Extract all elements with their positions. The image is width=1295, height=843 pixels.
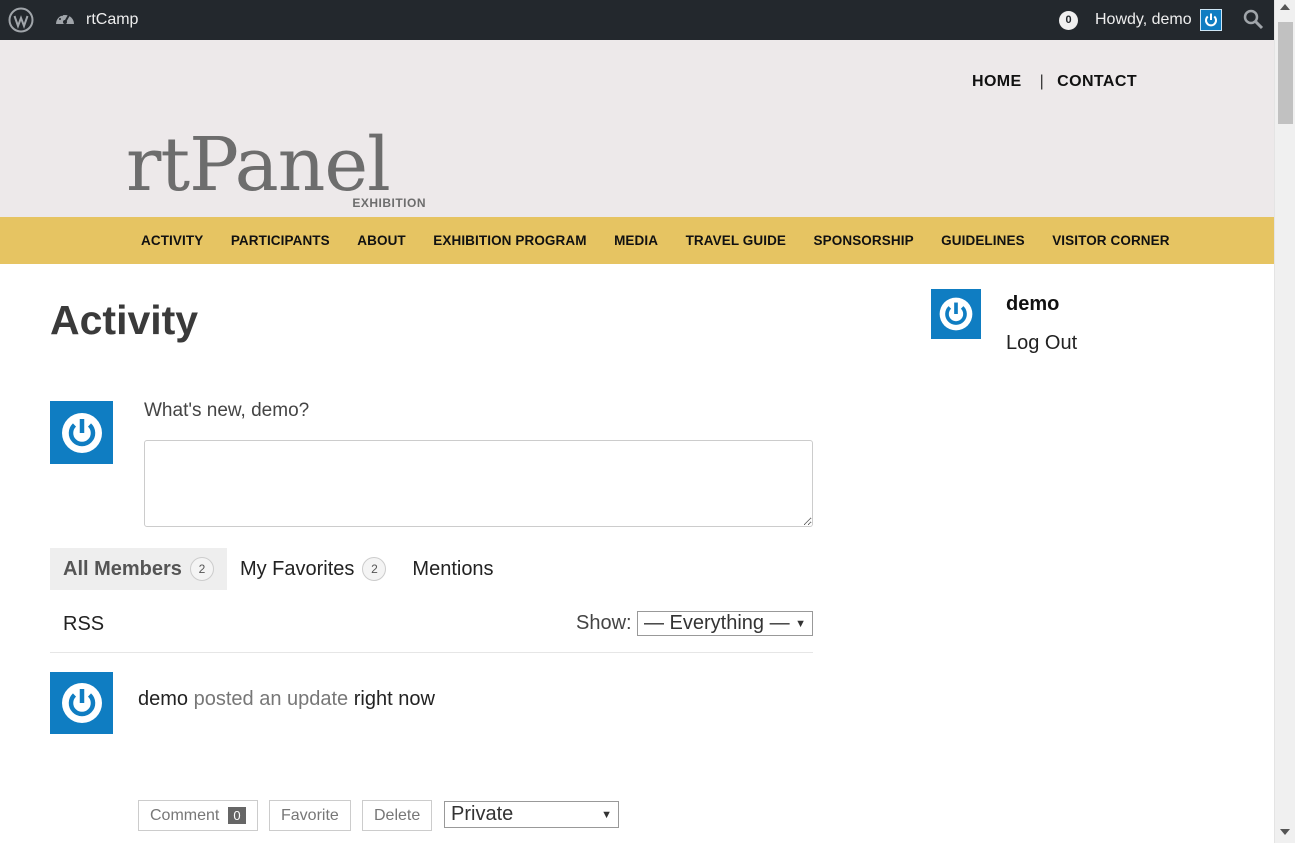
power-avatar-icon <box>61 412 102 453</box>
show-filter-value: — Everything — <box>644 612 790 634</box>
scroll-down-icon[interactable] <box>1280 829 1290 835</box>
privacy-value: Private <box>451 803 514 825</box>
whats-new-label: What's new, demo? <box>144 400 310 421</box>
account-menu[interactable]: Howdy, demo <box>1095 0 1222 40</box>
activity-action: posted an update <box>193 688 349 710</box>
nav-item-visitor-corner[interactable]: VISITOR CORNER <box>1052 233 1169 248</box>
nav-item-activity[interactable]: ACTIVITY <box>141 233 203 248</box>
comment-label: Comment <box>150 806 220 824</box>
scrollbar-thumb[interactable] <box>1278 22 1293 124</box>
site-logo[interactable]: rtPanel EXHIBITION <box>126 128 426 212</box>
sidebar-avatar[interactable] <box>931 289 981 339</box>
chevron-down-icon: ▼ <box>601 808 612 821</box>
logout-link[interactable]: Log Out <box>1006 332 1077 355</box>
tab-label: My Favorites <box>239 557 355 580</box>
nav-item-media[interactable]: MEDIA <box>614 233 658 248</box>
power-avatar-icon <box>939 297 973 331</box>
delete-button[interactable]: Delete <box>362 800 433 831</box>
comment-button[interactable]: Comment 0 <box>138 800 258 831</box>
privacy-select[interactable]: Private ▼ <box>444 801 619 828</box>
notification-badge: 0 <box>1059 10 1078 30</box>
activity-time-link[interactable]: right now <box>354 688 435 710</box>
favorite-button[interactable]: Favorite <box>269 800 351 831</box>
activity-user-link[interactable]: demo <box>138 688 188 710</box>
post-form-avatar[interactable] <box>50 401 113 464</box>
show-filter-label: Show: <box>576 612 632 634</box>
activity-tabs: All Members 2 My Favorites 2 Mentions <box>50 548 507 590</box>
site-name-label: rtCamp <box>86 11 139 28</box>
notification-count[interactable]: 0 <box>1059 0 1078 40</box>
whats-new-textarea[interactable] <box>144 440 813 527</box>
chevron-down-icon: ▼ <box>795 617 806 630</box>
activity-header: demo posted an update right now <box>138 688 435 711</box>
scroll-up-icon[interactable] <box>1280 4 1290 10</box>
nav-item-travel-guide[interactable]: TRAVEL GUIDE <box>686 233 786 248</box>
howdy-label: Howdy, demo <box>1095 11 1192 28</box>
top-nav-contact[interactable]: CONTACT <box>1057 73 1137 91</box>
dashboard-icon <box>54 9 76 32</box>
nav-item-participants[interactable]: PARTICIPANTS <box>231 233 330 248</box>
page-title: Activity <box>50 297 199 343</box>
tab-my-favorites[interactable]: My Favorites 2 <box>227 548 399 590</box>
tab-count: 2 <box>189 557 214 581</box>
admin-bar: rtCamp 0 Howdy, demo <box>0 0 1295 40</box>
top-nav: HOME | CONTACT <box>972 73 1137 91</box>
tab-count: 2 <box>362 557 387 581</box>
comment-count: 0 <box>228 807 246 824</box>
divider <box>50 652 813 653</box>
top-nav-home[interactable]: HOME <box>972 73 1022 91</box>
power-avatar-icon <box>61 683 102 723</box>
nav-item-about[interactable]: ABOUT <box>357 233 406 248</box>
scrollbar[interactable] <box>1274 0 1295 843</box>
search-icon[interactable] <box>1243 0 1265 40</box>
activity-avatar[interactable] <box>50 672 113 734</box>
nav-item-guidelines[interactable]: GUIDELINES <box>941 233 1025 248</box>
top-nav-separator: | <box>1039 73 1045 90</box>
rss-link[interactable]: RSS <box>63 613 104 636</box>
nav-item-exhibition-program[interactable]: EXHIBITION PROGRAM <box>433 233 586 248</box>
nav-item-sponsorship[interactable]: SPONSORSHIP <box>814 233 914 248</box>
site-header: HOME | CONTACT rtPanel EXHIBITION <box>0 40 1274 217</box>
show-filter-select[interactable]: — Everything — ▼ <box>637 611 813 636</box>
tab-label: Mentions <box>412 557 494 580</box>
main-nav: ACTIVITY PARTICIPANTS ABOUT EXHIBITION P… <box>0 217 1274 264</box>
tab-all-members[interactable]: All Members 2 <box>50 548 227 590</box>
sidebar-username[interactable]: demo <box>1006 293 1059 316</box>
tab-label: All Members <box>63 557 182 580</box>
wordpress-icon[interactable] <box>8 0 34 40</box>
power-avatar-icon <box>1199 9 1222 31</box>
logo-text: rtPanel <box>126 122 391 208</box>
logo-subtext: EXHIBITION <box>352 196 426 210</box>
site-name-link[interactable]: rtCamp <box>54 0 138 40</box>
favorite-label: Favorite <box>281 806 339 824</box>
tab-mentions[interactable]: Mentions <box>399 548 506 590</box>
delete-label: Delete <box>374 806 421 824</box>
